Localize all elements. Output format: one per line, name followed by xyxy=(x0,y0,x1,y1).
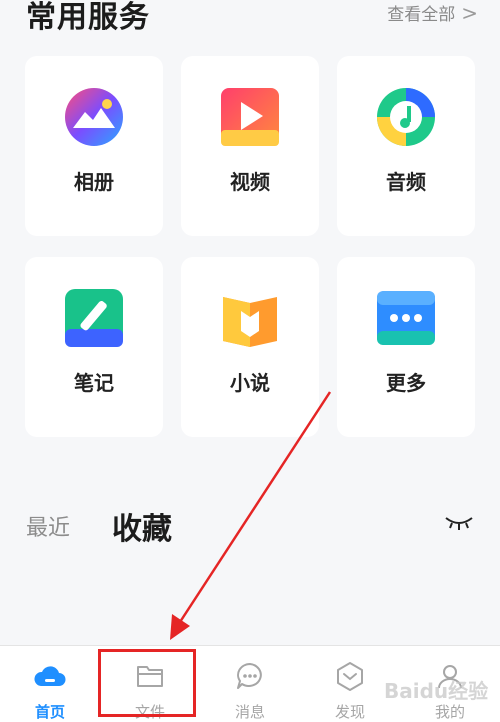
service-label: 相册 xyxy=(74,170,114,194)
music-note-icon xyxy=(377,88,435,146)
content-tabs: 最近 收藏 xyxy=(0,500,500,550)
service-card-audio[interactable]: 音频 xyxy=(337,56,475,236)
tab-recent[interactable]: 最近 xyxy=(26,510,70,542)
eye-closed-icon[interactable] xyxy=(444,514,474,532)
more-dots-icon xyxy=(377,291,435,345)
nav-messages[interactable]: 消息 xyxy=(200,646,300,722)
watermark-text: Baidu经验 xyxy=(384,679,488,703)
service-label: 视频 xyxy=(230,170,270,194)
video-play-icon xyxy=(221,88,279,146)
annotation-highlight-box xyxy=(98,649,196,717)
nav-label: 发现 xyxy=(334,703,365,721)
cloud-home-icon xyxy=(34,666,66,686)
service-label: 小说 xyxy=(230,371,270,395)
tab-favorites[interactable]: 收藏 xyxy=(112,504,172,548)
photo-album-icon xyxy=(65,88,123,146)
service-card-more[interactable]: 更多 xyxy=(337,257,475,437)
service-card-album[interactable]: 相册 xyxy=(25,56,163,236)
nav-label: 消息 xyxy=(234,703,265,721)
service-card-novel[interactable]: 小说 xyxy=(181,257,319,437)
pencil-note-icon xyxy=(65,289,123,347)
service-label: 音频 xyxy=(386,170,426,194)
service-card-video[interactable]: 视频 xyxy=(181,56,319,236)
open-book-icon xyxy=(223,297,277,347)
baidu-watermark-logo: Baidu经验 xyxy=(384,679,488,703)
services-grid: 相册 视频 音频 笔记 小说 更多 xyxy=(0,0,500,440)
service-card-notes[interactable]: 笔记 xyxy=(25,257,163,437)
nav-home[interactable]: 首页 xyxy=(0,646,100,722)
service-label: 笔记 xyxy=(74,371,114,395)
chat-bubble-icon xyxy=(237,663,262,689)
service-label: 更多 xyxy=(386,371,426,395)
discover-hexagon-icon xyxy=(337,662,363,691)
nav-label: 首页 xyxy=(34,703,65,721)
